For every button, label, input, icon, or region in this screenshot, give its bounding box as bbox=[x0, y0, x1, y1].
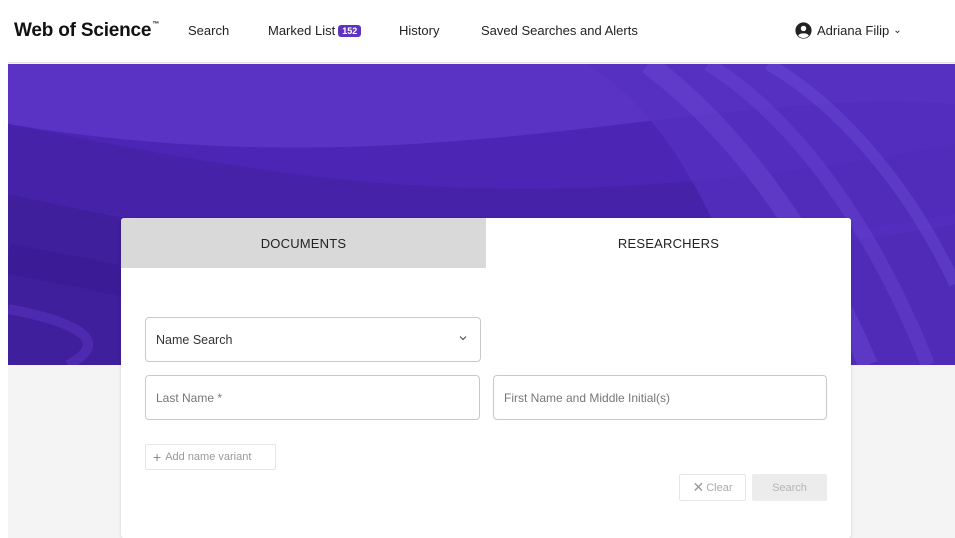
first-name-field[interactable]: First Name and Middle Initial(s) bbox=[493, 375, 827, 420]
window-edge bbox=[0, 0, 8, 538]
user-menu[interactable]: Adriana Filip ⌄ bbox=[795, 22, 902, 39]
search-type-value: Name Search bbox=[156, 332, 233, 347]
nav-search[interactable]: Search bbox=[188, 23, 229, 38]
search-card: DOCUMENTS RESEARCHERS Name Search Last N… bbox=[121, 218, 851, 538]
last-name-placeholder: Last Name * bbox=[156, 390, 223, 405]
last-name-field[interactable]: Last Name * bbox=[145, 375, 480, 420]
first-name-placeholder: First Name and Middle Initial(s) bbox=[504, 390, 671, 405]
search-type-select[interactable]: Name Search bbox=[145, 317, 481, 362]
chevron-down-icon: ⌄ bbox=[893, 25, 902, 36]
tab-documents[interactable]: DOCUMENTS bbox=[121, 218, 486, 268]
close-icon: ✕ bbox=[692, 479, 705, 495]
search-button[interactable]: Search bbox=[752, 474, 827, 501]
clear-label: Clear bbox=[706, 481, 733, 494]
nav-saved-searches[interactable]: Saved Searches and Alerts bbox=[481, 23, 638, 38]
user-name: Adriana Filip bbox=[817, 23, 890, 38]
tab-researchers[interactable]: RESEARCHERS bbox=[486, 218, 851, 268]
plus-icon: + bbox=[153, 449, 162, 465]
chevron-down-icon bbox=[459, 336, 467, 341]
nav-marked-list[interactable]: Marked List 152 bbox=[268, 23, 362, 38]
nav-history[interactable]: History bbox=[399, 23, 439, 38]
clear-button[interactable]: ✕ Clear bbox=[679, 474, 746, 501]
marked-count-badge: 152 bbox=[338, 25, 362, 37]
top-navigation: Web of Science™ Search Marked List 152 Hi… bbox=[0, 0, 955, 63]
brand-logo[interactable]: Web of Science™ bbox=[14, 20, 159, 42]
add-name-variant-button[interactable]: + Add name variant bbox=[145, 444, 276, 470]
add-name-variant-label: Add name variant bbox=[165, 451, 252, 463]
user-circle-icon bbox=[795, 22, 812, 39]
